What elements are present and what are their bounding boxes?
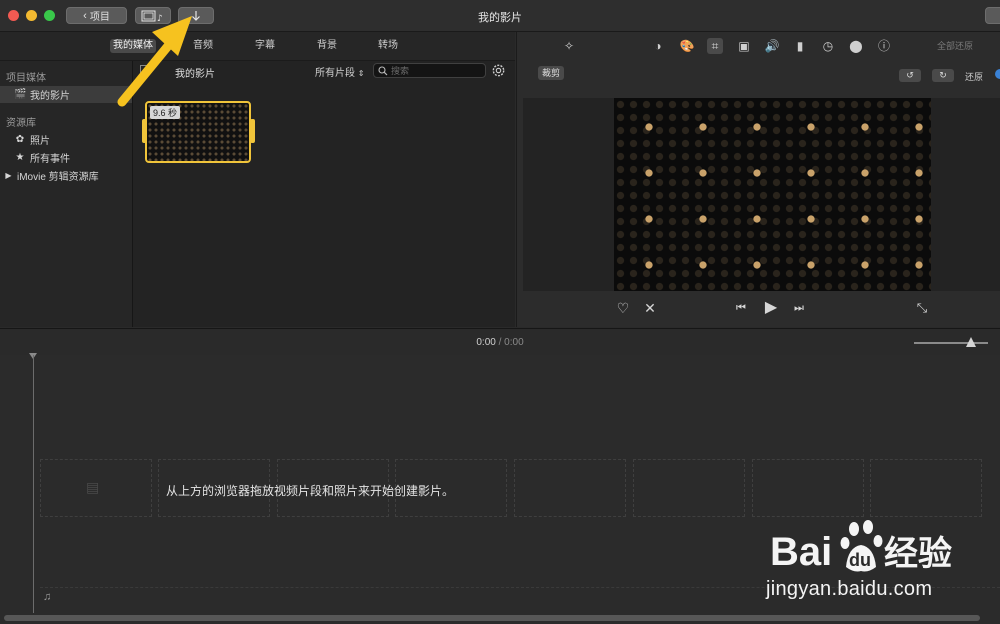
search-placeholder: 搜索 xyxy=(391,66,410,76)
info-icon[interactable]: ⓘ xyxy=(876,38,892,54)
current-time: 0:00 xyxy=(476,337,496,348)
fullscreen-icon[interactable]: ⤡ xyxy=(912,300,932,316)
color-palette-icon[interactable]: 🎨 xyxy=(679,38,695,54)
film-strip-icon: ▤ xyxy=(86,479,100,495)
viewer-pane: ✧ ◑ 🎨 ⌗ ▣ 🔊 ▮ ◷ ⬤ ⓘ 全部还原 裁剪 ↺ ↻ 还原 ♡ ✕ ⏮… xyxy=(516,32,1000,327)
sidebar-section-project-media: 项目媒体 xyxy=(6,73,46,84)
watermark-brand-left: Bai xyxy=(770,530,832,574)
total-time: 0:00 xyxy=(504,337,524,348)
crop-icon[interactable]: ⌗ xyxy=(707,38,723,54)
timecode-display: 0:00 / 0:00 xyxy=(0,337,1000,348)
clip-filter-select[interactable]: 所有片段 ⇕ xyxy=(315,64,364,79)
sidebar-item-all-events[interactable]: ★ 所有事件 xyxy=(0,149,132,166)
skip-back-icon[interactable]: ⏮ xyxy=(731,300,751,316)
sidebar-item-label: 我的影片 xyxy=(30,91,70,102)
tab-backgrounds[interactable]: 背景 xyxy=(314,39,340,53)
sidebar-section-libraries: 资源库 xyxy=(6,118,36,129)
timeline-placeholder-slot xyxy=(870,459,982,517)
video-preview-frame xyxy=(614,98,931,291)
timeline-placeholder-slot xyxy=(514,459,626,517)
sidebar-item-imovie-library[interactable]: ▶ iMovie 剪辑资源库 xyxy=(0,167,132,184)
svg-text:du: du xyxy=(849,550,871,570)
time-separator: / xyxy=(498,337,502,348)
video-clip-thumbnail[interactable]: 9.6 秒 xyxy=(145,101,251,163)
sidebar-item-photos[interactable]: ✿ 照片 xyxy=(0,131,132,148)
magic-wand-icon[interactable]: ✧ xyxy=(561,38,577,54)
clip-right-trim-handle[interactable] xyxy=(250,119,255,143)
chevron-updown-icon: ⇕ xyxy=(357,69,365,78)
search-input[interactable]: 搜索 xyxy=(373,63,486,78)
sidebar-item-label: 照片 xyxy=(30,136,50,147)
playhead-line[interactable] xyxy=(33,355,34,613)
clapperboard-icon: 🎬 xyxy=(14,89,27,100)
share-button[interactable] xyxy=(985,7,1000,24)
watermark-brand-right: 经验 xyxy=(884,534,952,574)
timeline-placeholder-slot xyxy=(752,459,864,517)
apply-crop-icon[interactable] xyxy=(995,69,1000,79)
timeline-zoom-slider[interactable] xyxy=(914,342,988,344)
speed-gauge-icon[interactable]: ◷ xyxy=(820,38,836,54)
volume-icon[interactable]: 🔊 xyxy=(764,38,780,54)
music-note-icon: ♫ xyxy=(43,591,52,603)
zoom-slider-knob[interactable] xyxy=(966,337,976,347)
timeline-horizontal-scrollbar[interactable] xyxy=(0,613,1000,624)
annotation-arrow-icon xyxy=(117,16,192,107)
search-icon xyxy=(378,65,388,75)
filter-circles-icon[interactable]: ⬤ xyxy=(848,38,864,54)
media-tabs-bar: 我的媒体 音频 字幕 背景 转场 xyxy=(0,32,515,61)
play-button-icon[interactable]: ▶ xyxy=(761,300,781,316)
baidu-jingyan-logo: Bai du 经验 xyxy=(770,520,952,574)
disclosure-triangle-icon[interactable]: ▶ xyxy=(4,171,13,180)
scrollbar-thumb[interactable] xyxy=(4,615,980,621)
timeline-header: 0:00 / 0:00 xyxy=(0,328,1000,356)
sidebar-item-label: iMovie 剪辑资源库 xyxy=(17,172,99,183)
color-balance-icon[interactable]: ◑ xyxy=(650,38,666,54)
crop-mode-button[interactable]: 裁剪 xyxy=(538,66,565,80)
video-camera-icon[interactable]: ▣ xyxy=(736,38,752,54)
watermark-url: jingyan.baidu.com xyxy=(766,578,933,600)
clip-filter-value: 所有片段 xyxy=(315,68,355,79)
gear-icon[interactable] xyxy=(491,63,506,78)
rotate-left-icon[interactable]: ↺ xyxy=(899,69,921,82)
heart-favorite-icon[interactable]: ♡ xyxy=(613,300,633,316)
reset-button[interactable]: 还原 xyxy=(965,70,983,83)
rotate-right-icon[interactable]: ↻ xyxy=(932,69,954,82)
adjustment-toolbar: ✧ ◑ 🎨 ⌗ ▣ 🔊 ▮ ◷ ⬤ ⓘ 全部还原 xyxy=(517,32,1000,60)
clip-left-trim-handle[interactable] xyxy=(142,119,147,143)
reset-all-button[interactable]: 全部还原 xyxy=(937,39,973,52)
tab-titles[interactable]: 字幕 xyxy=(252,39,278,53)
equalizer-icon[interactable]: ▮ xyxy=(792,38,808,54)
star-icon: ★ xyxy=(15,152,25,163)
photos-flower-icon: ✿ xyxy=(15,134,25,145)
timeline-drop-hint: 从上方的浏览器拖放视频片段和照片来开始创建影片。 xyxy=(166,484,455,498)
tab-transitions[interactable]: 转场 xyxy=(375,39,401,53)
skip-forward-icon[interactable]: ⏭ xyxy=(789,300,809,316)
timeline-placeholder-slot xyxy=(633,459,745,517)
sidebar-item-label: 所有事件 xyxy=(30,154,70,165)
reject-x-icon[interactable]: ✕ xyxy=(640,300,660,316)
